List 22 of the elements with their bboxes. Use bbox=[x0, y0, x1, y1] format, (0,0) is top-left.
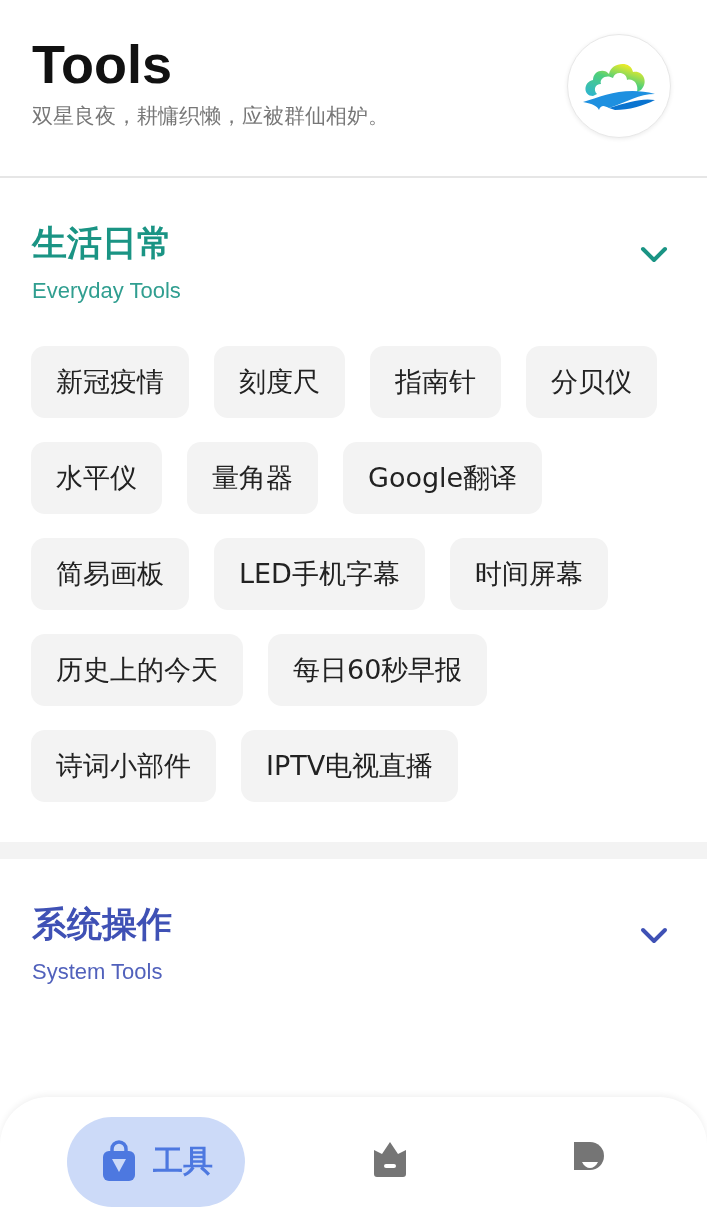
tool-chip[interactable]: 诗词小部件 bbox=[31, 730, 216, 802]
tool-chip[interactable]: 时间屏幕 bbox=[449, 538, 608, 610]
tool-chip[interactable]: 新冠疫情 bbox=[31, 346, 189, 418]
section-title: 生活日常 bbox=[32, 222, 173, 265]
tool-chip[interactable]: Google翻译 bbox=[343, 442, 543, 514]
tool-chip[interactable]: 简易画板 bbox=[31, 538, 189, 610]
tool-chip[interactable]: 刻度尺 bbox=[214, 346, 345, 418]
tool-chip[interactable]: 历史上的今天 bbox=[31, 634, 243, 706]
tool-chip[interactable]: 指南针 bbox=[370, 346, 501, 418]
chevron-down-icon bbox=[640, 246, 668, 264]
tool-chip[interactable]: 量角器 bbox=[187, 442, 318, 514]
section-subtitle: System Tools bbox=[32, 959, 164, 985]
tool-chip[interactable]: 每日60秒早报 bbox=[268, 634, 488, 706]
section-subtitle: Everyday Tools bbox=[32, 278, 181, 304]
chevron-down-icon bbox=[640, 927, 668, 945]
tool-chip[interactable]: 分贝仪 bbox=[526, 346, 657, 418]
page-title: Tools bbox=[32, 34, 173, 94]
section-title: 系统操作 bbox=[32, 903, 172, 946]
tool-chip[interactable]: 水平仪 bbox=[31, 442, 162, 514]
tool-chip[interactable]: IPTV电视直播 bbox=[241, 730, 459, 802]
page-subtitle: 双星良夜，耕慵织懒，应被群仙相妒。 bbox=[32, 103, 389, 130]
tool-chip[interactable]: LED手机字幕 bbox=[214, 538, 425, 610]
